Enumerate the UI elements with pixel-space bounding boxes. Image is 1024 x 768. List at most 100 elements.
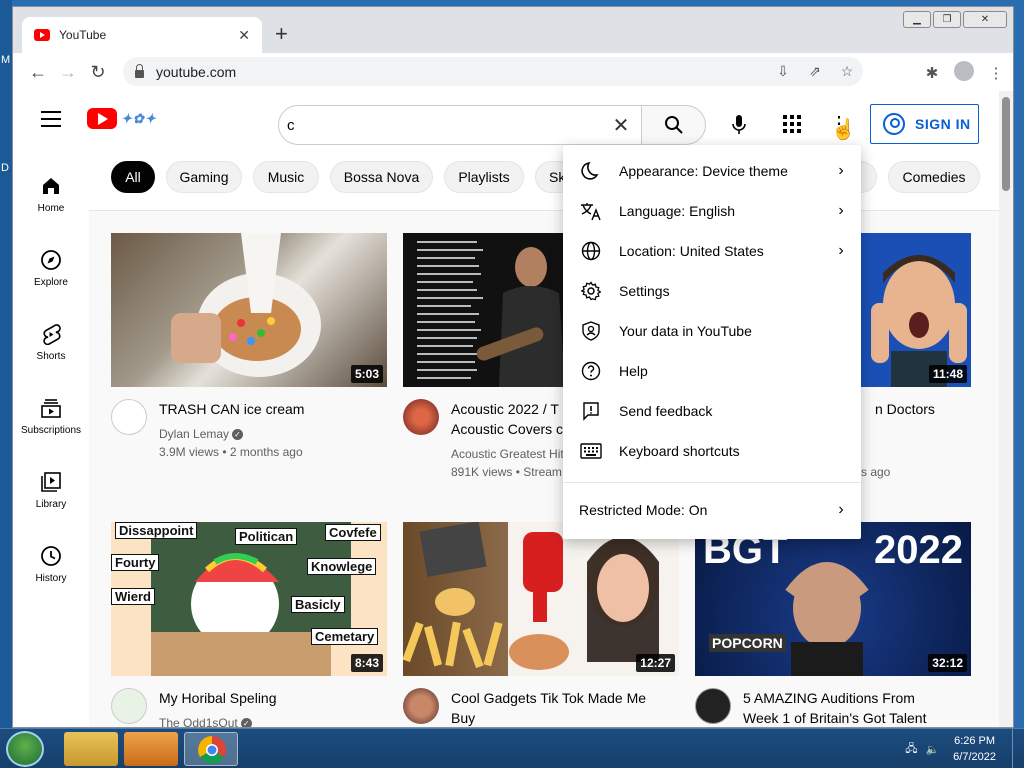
search-button[interactable] bbox=[642, 105, 706, 145]
desktop-icon-label: M bbox=[1, 54, 11, 66]
url-text[interactable]: youtube.com bbox=[156, 64, 767, 80]
menu-label: Your data in YouTube bbox=[619, 323, 752, 339]
video-card[interactable]: Dissappoint Politican Covfefe Fourty Kno… bbox=[111, 522, 387, 727]
video-title[interactable]: My Horibal Speling bbox=[159, 688, 387, 708]
browser-tab[interactable]: YouTube ✕ bbox=[22, 17, 262, 53]
video-card[interactable]: 12:27 Cool Gadgets Tik Tok Made Me Buy bbox=[403, 522, 679, 726]
shorts-icon bbox=[43, 324, 61, 345]
share-icon[interactable]: ⇗ bbox=[799, 63, 831, 80]
video-thumbnail[interactable]: Dissappoint Politican Covfefe Fourty Kno… bbox=[111, 522, 387, 676]
chip-playlists[interactable]: Playlists bbox=[444, 161, 524, 193]
video-thumbnail[interactable]: BGT 2022 POPCORN 32:12 bbox=[695, 522, 971, 676]
menu-item-restricted-mode[interactable]: Restricted Mode: On › bbox=[563, 490, 861, 530]
chip-all[interactable]: All bbox=[111, 161, 155, 193]
chip-bossa-nova[interactable]: Bossa Nova bbox=[330, 161, 433, 193]
chip-comedies[interactable]: Comedies bbox=[888, 161, 980, 193]
chevron-right-icon: › bbox=[838, 162, 844, 179]
guide-item-history[interactable]: History bbox=[13, 545, 89, 584]
thumb-text: Dissappoint bbox=[115, 522, 198, 539]
extensions-icon[interactable]: ✱ bbox=[921, 64, 943, 82]
page-viewport: ✦✿✦ c ✕ ⋮ SIGN IN Home Explore Shorts Su… bbox=[13, 91, 1013, 727]
tab-close-icon[interactable]: ✕ bbox=[238, 27, 250, 44]
thumb-text: Wierd bbox=[111, 588, 155, 605]
maximize-button[interactable]: ❐ bbox=[933, 11, 961, 28]
shield-person-icon bbox=[582, 321, 600, 341]
video-thumbnail[interactable]: 5:03 bbox=[111, 233, 387, 387]
channel-avatar[interactable] bbox=[403, 688, 439, 724]
forward-button[interactable]: → bbox=[53, 62, 83, 83]
youtube-logo[interactable]: ✦✿✦ bbox=[87, 108, 157, 129]
show-desktop-button[interactable] bbox=[1012, 729, 1024, 768]
video-card[interactable]: 5:03 TRASH CAN ice cream Dylan Lemay ✓ 3.… bbox=[111, 233, 387, 459]
guide-item-subscriptions[interactable]: Subscriptions bbox=[13, 397, 89, 436]
search-icon bbox=[664, 116, 683, 134]
lock-icon[interactable] bbox=[135, 63, 144, 78]
voice-search-button[interactable] bbox=[719, 105, 759, 145]
thumb-text: Cemetary bbox=[311, 628, 379, 645]
video-title[interactable]: 5 AMAZING Auditions From Week 1 of Britai… bbox=[743, 688, 971, 727]
clock[interactable]: 6:26 PM 6/7/2022 bbox=[953, 733, 996, 765]
video-card[interactable]: BGT 2022 POPCORN 32:12 5 AMAZING Auditio… bbox=[695, 522, 971, 726]
back-button[interactable]: ← bbox=[23, 62, 53, 83]
video-duration: 32:12 bbox=[928, 654, 967, 672]
guide-item-home[interactable]: Home bbox=[13, 175, 89, 214]
channel-name[interactable]: Acoustic Greatest Hit bbox=[451, 445, 564, 463]
volume-icon[interactable]: 🔈 bbox=[925, 743, 939, 756]
guide-item-explore[interactable]: Explore bbox=[13, 249, 89, 288]
reload-button[interactable]: ↻ bbox=[83, 62, 113, 83]
explorer-taskbar-icon[interactable] bbox=[64, 732, 118, 766]
channel-avatar[interactable] bbox=[111, 399, 147, 435]
start-button[interactable] bbox=[6, 731, 44, 767]
search-input[interactable]: c bbox=[287, 117, 601, 134]
search-box[interactable]: c ✕ bbox=[278, 105, 642, 145]
chrome-window: ▁ ❐ ✕ YouTube ✕ + ← → ↻ youtube.com ⇩ ⇗ … bbox=[12, 6, 1014, 728]
channel-avatar[interactable] bbox=[111, 688, 147, 724]
apps-grid-icon[interactable] bbox=[783, 115, 801, 133]
keyboard-icon bbox=[580, 443, 602, 459]
chrome-menu-icon[interactable]: ⋮ bbox=[985, 64, 1007, 82]
channel-name[interactable]: The Odd1sOut ✓ bbox=[159, 714, 252, 727]
new-tab-button[interactable]: + bbox=[275, 23, 288, 45]
profile-icon[interactable] bbox=[953, 61, 975, 85]
channel-name[interactable]: Dylan Lemay ✓ bbox=[159, 425, 244, 443]
video-title[interactable]: TRASH CAN ice cream bbox=[159, 399, 387, 419]
chip-gaming[interactable]: Gaming bbox=[166, 161, 242, 193]
video-title[interactable]: Cool Gadgets Tik Tok Made Me Buy bbox=[451, 688, 679, 727]
channel-avatar[interactable] bbox=[403, 399, 439, 435]
clock-date: 6/7/2022 bbox=[953, 751, 996, 763]
menu-item-help[interactable]: Help bbox=[563, 351, 861, 391]
clear-search-icon[interactable]: ✕ bbox=[601, 113, 641, 138]
menu-item-feedback[interactable]: Send feedback bbox=[563, 391, 861, 431]
install-app-icon[interactable]: ⇩ bbox=[767, 63, 799, 80]
thumb-text: Politican bbox=[235, 528, 298, 545]
bookmark-star-icon[interactable]: ☆ bbox=[831, 63, 863, 80]
minimize-button[interactable]: ▁ bbox=[903, 11, 931, 28]
media-player-taskbar-icon[interactable] bbox=[124, 732, 178, 766]
verified-check-icon: ✓ bbox=[240, 718, 252, 727]
menu-item-keyboard-shortcuts[interactable]: Keyboard shortcuts bbox=[563, 431, 861, 471]
chip-hidden[interactable] bbox=[861, 161, 877, 193]
menu-item-your-data[interactable]: Your data in YouTube bbox=[563, 311, 861, 351]
video-title[interactable]: n Doctors bbox=[875, 399, 971, 419]
menu-hamburger-icon[interactable] bbox=[41, 111, 61, 132]
guide-label: History bbox=[35, 573, 67, 584]
video-duration: 8:43 bbox=[350, 654, 383, 672]
menu-item-language[interactable]: Language: English › bbox=[563, 191, 861, 231]
menu-item-settings[interactable]: Settings bbox=[563, 271, 861, 311]
scrollbar-thumb[interactable] bbox=[1002, 97, 1010, 191]
address-bar[interactable]: youtube.com ⇩ ⇗ ☆ bbox=[123, 57, 863, 86]
chip-music[interactable]: Music bbox=[253, 161, 319, 193]
chrome-taskbar-icon[interactable] bbox=[184, 732, 238, 766]
menu-item-appearance[interactable]: Appearance: Device theme › bbox=[563, 151, 861, 191]
page-scrollbar[interactable] bbox=[999, 91, 1013, 727]
guide-item-shorts[interactable]: Shorts bbox=[13, 323, 89, 362]
menu-label: Keyboard shortcuts bbox=[619, 443, 740, 459]
sign-in-button[interactable]: SIGN IN bbox=[870, 104, 979, 144]
close-window-button[interactable]: ✕ bbox=[963, 11, 1007, 28]
guide-item-library[interactable]: Library bbox=[13, 471, 89, 510]
thumb-text: Basicly bbox=[291, 596, 345, 613]
video-thumbnail[interactable]: 12:27 bbox=[403, 522, 679, 676]
channel-avatar[interactable] bbox=[695, 688, 731, 724]
network-icon[interactable]: 🖧 bbox=[905, 740, 917, 759]
menu-item-location[interactable]: Location: United States › bbox=[563, 231, 861, 271]
